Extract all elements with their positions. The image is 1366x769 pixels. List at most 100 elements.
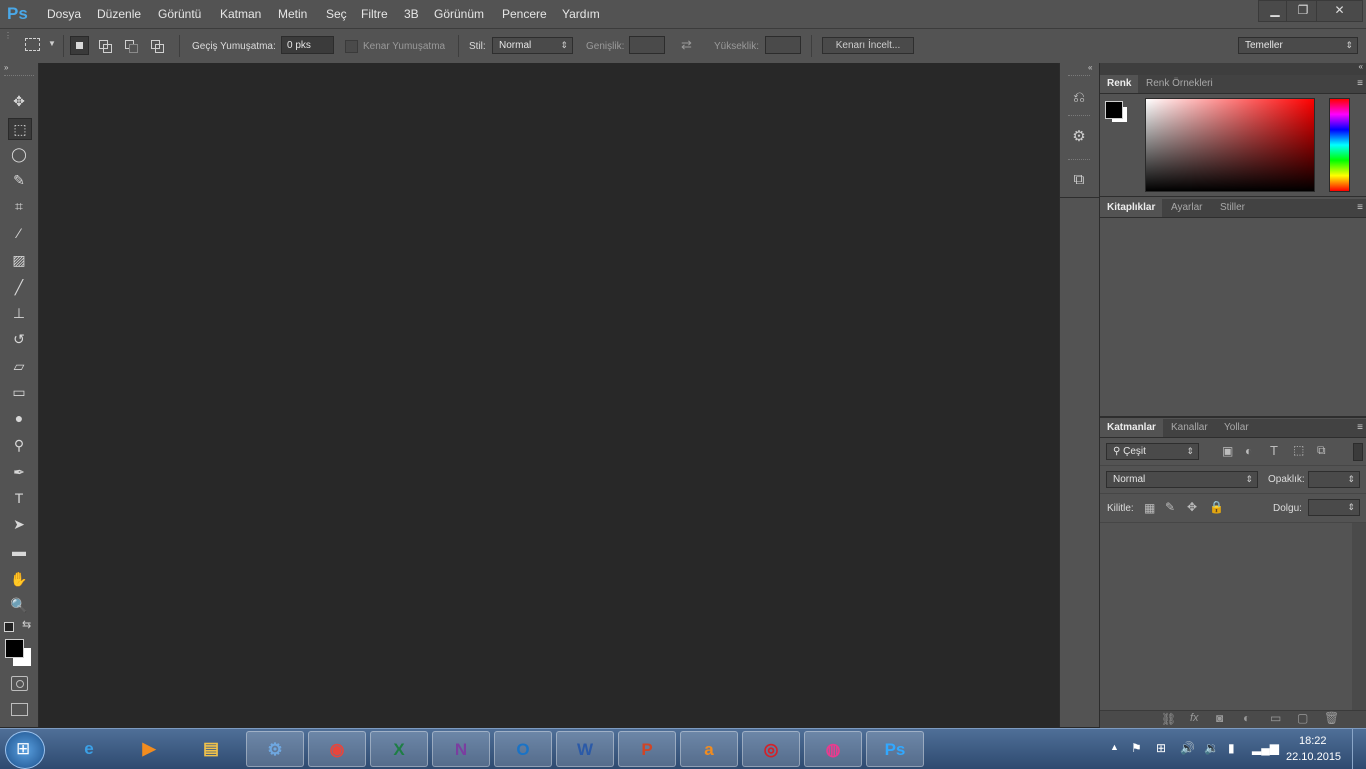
quick-mask-icon[interactable] bbox=[11, 676, 28, 691]
taskbar-explorer-ie-icon[interactable]: e bbox=[60, 731, 118, 767]
properties-icon[interactable]: ⚙ bbox=[1068, 126, 1090, 148]
subtract-selection-button[interactable] bbox=[122, 36, 141, 55]
gradient-icon[interactable]: ▭ bbox=[8, 382, 30, 402]
height-input[interactable] bbox=[765, 36, 801, 54]
screen-mode-icon[interactable] bbox=[11, 703, 28, 716]
taskbar-file-explorer-icon[interactable]: ▤ bbox=[182, 731, 240, 767]
hue-slider[interactable] bbox=[1329, 98, 1350, 192]
tab-kitapliklar[interactable]: Kitaplıklar bbox=[1100, 199, 1163, 217]
tab-stiller[interactable]: Stiller bbox=[1213, 199, 1252, 217]
lock-transparency-icon[interactable]: ▦ bbox=[1144, 501, 1155, 515]
swap-colors-icon[interactable]: ⇆ bbox=[22, 618, 31, 631]
foreground-color-swatch[interactable] bbox=[1105, 101, 1123, 119]
feather-input[interactable]: 0 pks bbox=[281, 36, 334, 54]
opacity-input[interactable] bbox=[1308, 471, 1360, 488]
fill-input[interactable] bbox=[1308, 499, 1360, 516]
history-brush-icon[interactable]: ↺ bbox=[8, 329, 30, 349]
panel-menu-icon[interactable]: ≡ bbox=[1357, 202, 1363, 213]
marquee-icon[interactable]: ⬚ bbox=[8, 118, 32, 140]
refine-edge-button[interactable]: Kenarı İncelt... bbox=[822, 37, 914, 54]
taskbar-avast-icon[interactable]: a bbox=[680, 731, 738, 767]
chevron-down-icon[interactable]: ▼ bbox=[48, 39, 56, 48]
type-filter-icon[interactable]: T bbox=[1270, 443, 1278, 458]
show-desktop-button[interactable] bbox=[1352, 729, 1366, 769]
history-icon[interactable]: ⎌ bbox=[1068, 87, 1090, 109]
new-layer-icon[interactable]: ▢ bbox=[1297, 711, 1308, 725]
collapse-dock-icon[interactable]: « bbox=[1088, 63, 1092, 72]
swap-icon[interactable]: ⇄ bbox=[681, 37, 692, 53]
close-button[interactable]: ✕ bbox=[1316, 0, 1363, 22]
menu-gorunum[interactable]: Görünüm bbox=[434, 7, 484, 21]
lock-pixels-icon[interactable]: ✎ bbox=[1165, 500, 1175, 514]
menu-filtre[interactable]: Filtre bbox=[361, 7, 388, 21]
brush-icon[interactable]: ╱ bbox=[8, 277, 30, 297]
tab-katmanlar[interactable]: Katmanlar bbox=[1100, 419, 1163, 437]
menu-pencere[interactable]: Pencere bbox=[502, 7, 547, 21]
menu-yardim[interactable]: Yardım bbox=[562, 7, 600, 21]
taskbar-uplay-icon[interactable]: ◍ bbox=[804, 731, 862, 767]
filter-toggle[interactable] bbox=[1353, 443, 1363, 461]
antialias-checkbox[interactable] bbox=[345, 40, 358, 53]
lock-position-icon[interactable]: ✥ bbox=[1187, 500, 1197, 514]
new-group-icon[interactable]: ▭ bbox=[1270, 711, 1281, 725]
taskbar-creative-cloud-icon[interactable]: ◎ bbox=[742, 731, 800, 767]
type-icon[interactable]: T bbox=[8, 488, 30, 508]
style-select[interactable]: Normal bbox=[492, 37, 573, 54]
intersect-selection-button[interactable] bbox=[148, 36, 167, 55]
collapse-icon[interactable]: » bbox=[4, 63, 8, 72]
crop-icon[interactable]: ⌗ bbox=[8, 196, 30, 216]
width-input[interactable] bbox=[629, 36, 665, 54]
shape-filter-icon[interactable]: ⬚ bbox=[1293, 443, 1304, 457]
link-layers-icon[interactable]: ⛓ bbox=[1161, 712, 1176, 726]
taskbar-onenote-icon[interactable]: N bbox=[432, 731, 490, 767]
fx-icon[interactable]: fx bbox=[1190, 712, 1199, 724]
blur-icon[interactable]: ● bbox=[8, 408, 30, 428]
dodge-icon[interactable]: ⚲ bbox=[8, 435, 30, 455]
image-filter-icon[interactable]: ▣ bbox=[1222, 444, 1233, 458]
add-selection-button[interactable] bbox=[96, 36, 115, 55]
adjustment-filter-icon[interactable]: ◐ bbox=[1245, 444, 1252, 458]
eraser-icon[interactable]: ▱ bbox=[8, 356, 30, 376]
zoom-icon[interactable]: 🔍 bbox=[8, 595, 30, 615]
taskbar-chrome-icon[interactable]: ◉ bbox=[308, 731, 366, 767]
menu-sec[interactable]: Seç bbox=[326, 7, 347, 21]
menu-3b[interactable]: 3B bbox=[404, 7, 419, 21]
smart-object-filter-icon[interactable]: ⧉ bbox=[1317, 443, 1326, 458]
speaker-tray-icon[interactable]: 🔊 bbox=[1180, 741, 1195, 755]
document-canvas-area[interactable] bbox=[40, 63, 1058, 727]
lasso-icon[interactable]: ◯ bbox=[8, 144, 30, 164]
blend-mode-select[interactable]: Normal bbox=[1106, 471, 1258, 488]
menu-metin[interactable]: Metin bbox=[278, 7, 307, 21]
delete-layer-icon[interactable]: 🗑 bbox=[1324, 711, 1339, 725]
taskbar-outlook-icon[interactable]: O bbox=[494, 731, 552, 767]
battery-tray-icon[interactable]: ▮ bbox=[1228, 741, 1235, 755]
clock-date[interactable]: 22.10.2015 bbox=[1286, 751, 1341, 763]
taskbar-powerpoint-icon[interactable]: P bbox=[618, 731, 676, 767]
pen-icon[interactable]: ✒ bbox=[8, 462, 30, 482]
action-center-icon[interactable]: ⚑ bbox=[1131, 741, 1142, 755]
taskbar-media-player-icon[interactable]: ▶ bbox=[120, 731, 178, 767]
libraries-icon[interactable]: ⧉ bbox=[1068, 169, 1090, 191]
foreground-color-swatch[interactable] bbox=[5, 639, 24, 658]
workspace-select[interactable]: Temeller bbox=[1238, 37, 1358, 54]
new-selection-button[interactable] bbox=[70, 36, 89, 55]
adjustment-layer-icon[interactable]: ◐ bbox=[1243, 711, 1250, 725]
menu-dosya[interactable]: Dosya bbox=[47, 7, 81, 21]
filter-kind-select[interactable]: ⚲ Çeşit bbox=[1106, 443, 1199, 460]
layers-scrollbar[interactable] bbox=[1352, 523, 1366, 710]
taskbar-photoshop-icon[interactable]: Ps bbox=[866, 731, 924, 767]
layers-list[interactable] bbox=[1100, 523, 1352, 710]
tab-ayarlar[interactable]: Ayarlar bbox=[1164, 199, 1210, 217]
panel-menu-icon[interactable]: ≡ bbox=[1357, 422, 1363, 433]
menu-goruntu[interactable]: Görüntü bbox=[158, 7, 201, 21]
tab-renk-ornekleri[interactable]: Renk Örnekleri bbox=[1139, 75, 1220, 93]
tray-expand-icon[interactable]: ▲ bbox=[1110, 742, 1119, 752]
network-tray-icon[interactable]: ⊞ bbox=[1156, 741, 1166, 755]
start-button[interactable]: ⊞ bbox=[5, 731, 45, 769]
default-colors-icon[interactable] bbox=[4, 622, 14, 632]
clock-time[interactable]: 18:22 bbox=[1299, 735, 1327, 747]
healing-brush-icon[interactable]: ▨ bbox=[8, 250, 30, 270]
panel-menu-icon[interactable]: ≡ bbox=[1357, 78, 1363, 89]
rectangle-shape-icon[interactable]: ▬ bbox=[8, 541, 30, 561]
move-icon[interactable]: ✥ bbox=[8, 91, 30, 111]
